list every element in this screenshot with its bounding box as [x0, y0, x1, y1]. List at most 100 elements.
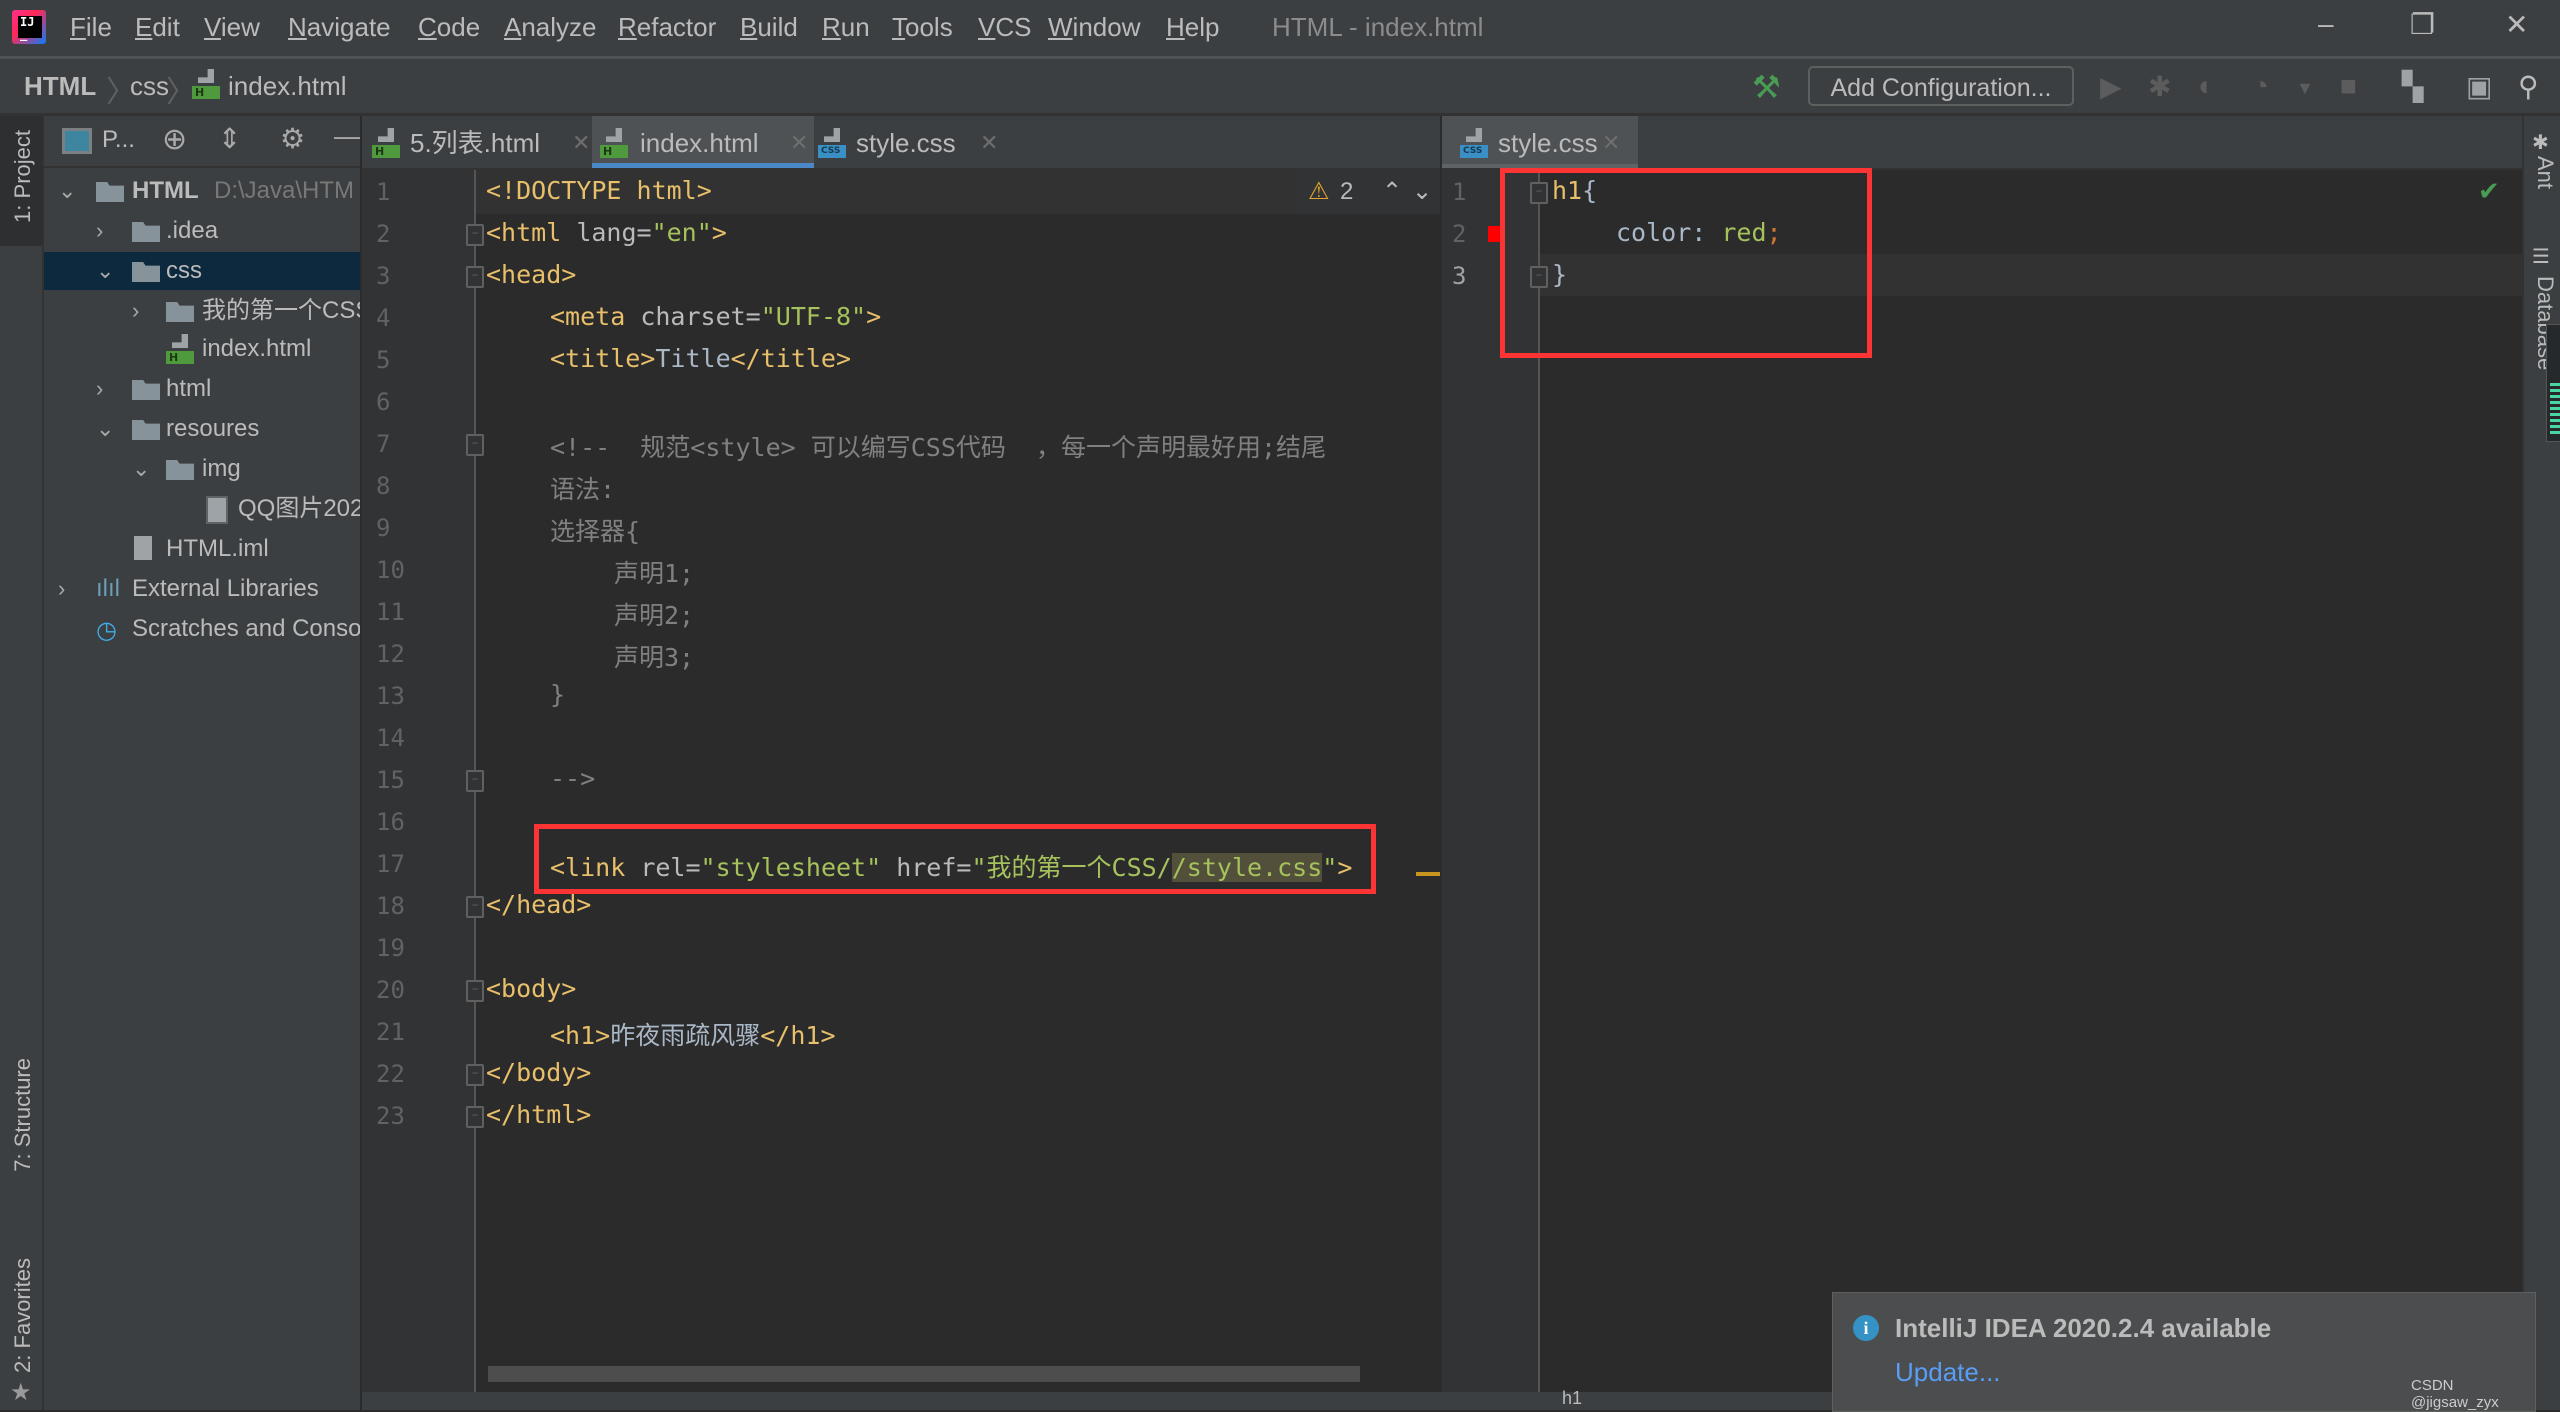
menu-run[interactable]: Run	[822, 12, 870, 43]
menu-file[interactable]: File	[70, 12, 112, 43]
collapse-all-icon[interactable]: ⇕	[218, 122, 241, 155]
locate-file-icon[interactable]: ⊕	[162, 122, 187, 157]
fold-marker-icon[interactable]: −	[466, 434, 484, 456]
tab-style-css[interactable]: CSS style.css ✕	[1442, 116, 1638, 168]
fold-marker-icon[interactable]: −	[466, 224, 484, 246]
editor-index-html[interactable]: H 5.列表.html ✕ H index.html ✕ CSS style.c…	[362, 116, 1440, 1410]
close-tab-icon[interactable]: ✕	[980, 116, 998, 170]
profile-dropdown-icon[interactable]: ▼	[2296, 78, 2314, 99]
menu-window[interactable]: Window	[1048, 12, 1140, 43]
minimize-button[interactable]: –	[2318, 8, 2334, 40]
menu-edit[interactable]: Edit	[135, 12, 180, 43]
line-number: 5	[376, 346, 391, 374]
search-icon[interactable]: ⚲	[2518, 70, 2539, 103]
right-tool-strip: ✱ Ant ☰ Database	[2522, 116, 2560, 1410]
tree-item-external-libraries[interactable]: › ılıl External Libraries	[44, 570, 360, 608]
chevron-down-icon[interactable]: ⌄	[96, 252, 114, 290]
chevron-down-icon[interactable]: ⌄	[132, 450, 150, 488]
close-tab-icon[interactable]: ✕	[790, 116, 808, 170]
chevron-down-icon[interactable]: ⌄	[58, 172, 76, 210]
status-breadcrumb[interactable]: h1	[1562, 1388, 1582, 1409]
add-configuration-button[interactable]: Add Configuration...	[1808, 66, 2074, 106]
inspection-widget[interactable]: ⚠ 2 ⌃ ⌄	[1298, 170, 1440, 214]
code-line-9: 选择器{	[550, 517, 641, 546]
memory-indicator[interactable]	[2546, 324, 2560, 442]
chevron-right-icon[interactable]: ›	[96, 212, 103, 250]
menu-navigate[interactable]: Navigate	[288, 12, 391, 43]
breadcrumb-file[interactable]: index.html	[228, 71, 347, 102]
tree-item-my-first-css[interactable]: › 我的第一个CSS	[44, 292, 360, 330]
breadcrumb-project[interactable]: HTML	[24, 71, 96, 102]
hide-panel-icon[interactable]: —	[334, 120, 360, 152]
menu-code[interactable]: Code	[418, 12, 480, 43]
code-line-11: 声明2;	[614, 601, 695, 630]
debug-icon[interactable]: ✱	[2148, 70, 2171, 103]
fold-marker-icon[interactable]: −	[466, 1064, 484, 1086]
next-highlight-icon[interactable]: ⌄	[1412, 170, 1432, 214]
chevron-right-icon[interactable]: ›	[132, 292, 139, 330]
close-window-button[interactable]: ✕	[2505, 8, 2528, 41]
tree-item-idea[interactable]: › .idea	[44, 212, 360, 250]
terminal-icon[interactable]: ▣	[2466, 70, 2492, 103]
menu-view[interactable]: View	[204, 12, 260, 43]
update-notification[interactable]: i IntelliJ IDEA 2020.2.4 available Updat…	[1832, 1292, 2536, 1412]
menu-analyze[interactable]: Analyze	[504, 12, 597, 43]
close-tab-icon[interactable]: ✕	[1602, 116, 1620, 170]
tree-item-index-html[interactable]: H index.html	[44, 330, 360, 368]
chevron-down-icon[interactable]: ⌄	[96, 410, 114, 448]
iml-file-icon	[134, 536, 152, 560]
tab-list-html[interactable]: H 5.列表.html ✕	[372, 116, 590, 170]
favorites-tool-tab[interactable]: 2: Favorites	[10, 1258, 36, 1373]
tree-item-img[interactable]: ⌄ img	[44, 450, 360, 488]
menu-build[interactable]: Build	[740, 12, 798, 43]
tree-item-css[interactable]: ⌄ css	[44, 252, 360, 290]
restore-button[interactable]: ❐	[2410, 8, 2435, 41]
run-icon[interactable]: ▶	[2100, 70, 2122, 103]
update-link[interactable]: Update...	[1895, 1357, 2001, 1388]
project-view-icon	[62, 128, 92, 154]
chevron-right-icon[interactable]: ›	[58, 570, 65, 608]
menu-help[interactable]: Help	[1166, 12, 1219, 43]
fold-marker-icon[interactable]: −	[466, 1106, 484, 1128]
editor-style-css[interactable]: CSS style.css ✕ 1 2 3 − − h1{ color: red…	[1442, 116, 2522, 1410]
project-tool-tab[interactable]: 1: Project	[0, 116, 42, 246]
code-line-21: <h1>昨夜雨疏风骤</h1>	[550, 1021, 836, 1050]
memory-level-bar	[2550, 383, 2560, 437]
horizontal-scrollbar[interactable]	[488, 1366, 1360, 1382]
menu-refactor[interactable]: Refactor	[618, 12, 716, 43]
breadcrumb-folder[interactable]: css	[130, 71, 169, 102]
intellij-logo-icon[interactable]: IJ _	[12, 10, 46, 44]
project-view-selector[interactable]: P...	[102, 126, 135, 154]
fold-marker-icon[interactable]: −	[466, 770, 484, 792]
tree-item-html-module[interactable]: ⌄ HTML D:\Java\HTM	[44, 172, 360, 210]
fold-marker-icon[interactable]: −	[466, 980, 484, 1002]
line-number: 2	[1452, 220, 1467, 248]
warning-stripe-marker[interactable]	[1416, 872, 1440, 876]
stop-icon[interactable]: ■	[2340, 70, 2357, 102]
close-tab-icon[interactable]: ✕	[572, 116, 590, 170]
code-line-22: </body>	[486, 1058, 592, 1087]
project-structure-icon[interactable]: ▚	[2402, 70, 2424, 103]
tree-item-html-iml[interactable]: HTML.iml	[44, 530, 360, 568]
tab-style-css[interactable]: CSS style.css ✕	[818, 116, 1028, 168]
fold-marker-icon[interactable]: −	[466, 266, 484, 288]
menu-vcs[interactable]: VCS	[978, 12, 1031, 43]
chevron-right-icon[interactable]: ›	[96, 370, 103, 408]
previous-highlight-icon[interactable]: ⌃	[1382, 170, 1402, 214]
left-tool-strip	[0, 116, 44, 1410]
tree-item-resoures[interactable]: ⌄ resoures	[44, 410, 360, 448]
profile-icon[interactable]: ◔	[2252, 70, 2269, 102]
tree-item-qq-image[interactable]: QQ图片202	[44, 490, 360, 528]
fold-marker-icon[interactable]: −	[466, 896, 484, 918]
structure-tool-tab[interactable]: 7: Structure	[10, 1058, 36, 1172]
tab-index-html[interactable]: H index.html ✕	[592, 116, 814, 168]
tree-item-scratches[interactable]: ◷ Scratches and Conso	[44, 610, 360, 648]
tree-item-html-folder[interactable]: › html	[44, 370, 360, 408]
database-icon: ☰	[2532, 246, 2550, 268]
ant-tool-tab[interactable]: Ant	[2532, 156, 2558, 189]
code-line-7: <!-- 规范<style> 可以编写CSS代码 ，每一个声明最好用;结尾	[550, 433, 1327, 462]
build-hammer-icon[interactable]: ⚒	[1752, 68, 1781, 106]
menu-tools[interactable]: Tools	[892, 12, 953, 43]
settings-gear-icon[interactable]: ⚙	[280, 122, 305, 155]
coverage-icon[interactable]: ◐	[2198, 70, 2215, 102]
